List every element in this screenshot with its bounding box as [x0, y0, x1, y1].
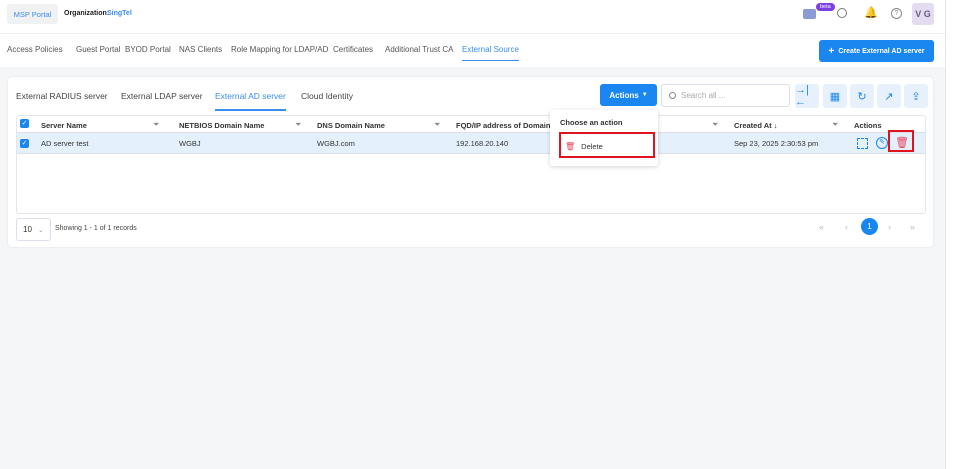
nav-nas-clients[interactable]: NAS Clients: [179, 45, 222, 54]
tab-external-ldap-server[interactable]: External LDAP server: [121, 91, 203, 101]
nav-byod-portal[interactable]: BYOD Portal: [125, 45, 171, 54]
prev-page-icon[interactable]: ‹: [845, 222, 848, 232]
header-server-name[interactable]: Server Name: [41, 121, 87, 130]
organization-value[interactable]: SingTel: [107, 10, 132, 17]
filter-icon[interactable]: ⏷: [295, 120, 301, 130]
header-created-at[interactable]: Created At ↓: [734, 121, 778, 130]
search-input[interactable]: Search all ...: [661, 84, 790, 107]
beta-badge: beta: [816, 3, 835, 11]
create-button-label: Create External AD server: [838, 47, 925, 55]
create-external-ad-server-button[interactable]: + Create External AD server: [819, 40, 934, 62]
cell-server-name: AD server test: [41, 139, 89, 148]
search-icon[interactable]: [837, 8, 847, 18]
filter-icon[interactable]: ⏷: [712, 120, 718, 130]
nav-guest-portal[interactable]: Guest Portal: [76, 45, 120, 54]
tab-external-radius-server[interactable]: External RADIUS server: [16, 91, 108, 101]
tab-external-ad-server[interactable]: External AD server: [215, 91, 286, 111]
highlight-delete-row: [888, 130, 914, 152]
avatar[interactable]: V G: [912, 3, 934, 25]
highlight-delete-menu: [559, 132, 655, 158]
upload-button[interactable]: ⇪: [904, 84, 928, 108]
sort-desc-icon: ↓: [773, 121, 778, 130]
content-card: External RADIUS server External LDAP ser…: [8, 77, 933, 247]
organization-label: Organization:: [64, 10, 110, 17]
msp-portal-button[interactable]: MSP Portal: [7, 4, 58, 24]
page-1-button[interactable]: 1: [861, 218, 878, 235]
nav-external-source[interactable]: External Source: [462, 45, 519, 61]
caret-down-icon: ▼: [641, 92, 648, 98]
actions-dropdown-menu: Choose an action 🗑 Delete: [550, 110, 658, 166]
page-size-value: 10: [23, 225, 32, 234]
table-header: ✓ Server Name ⏷ NETBIOS Domain Name ⏷ DN…: [17, 116, 925, 132]
nav-access-policies[interactable]: Access Policies: [7, 45, 63, 54]
next-page-icon[interactable]: ›: [888, 222, 891, 232]
external-link-icon: ↗: [884, 90, 894, 103]
records-summary: Showing 1 - 1 of 1 records: [55, 225, 137, 232]
header-actions: Actions: [854, 121, 882, 130]
filter-icon[interactable]: ⏷: [153, 120, 159, 130]
nav-additional-trust-ca[interactable]: Additional Trust CA: [385, 45, 453, 54]
page-size-select[interactable]: 10 ⌄: [16, 218, 51, 241]
top-bar: MSP Portal Organization: SingTel beta 🔔 …: [0, 0, 945, 34]
actions-button[interactable]: Actions ▼: [600, 84, 657, 106]
bell-icon[interactable]: 🔔: [864, 6, 878, 19]
cell-dns: WGBJ.com: [317, 139, 355, 148]
cell-netbios: WGBJ: [179, 139, 201, 148]
chevron-down-icon: ⌄: [37, 226, 44, 234]
filter-icon[interactable]: ⏷: [832, 120, 838, 130]
compress-icon: →|←: [795, 84, 809, 108]
upload-icon: ⇪: [911, 90, 921, 103]
header-dns[interactable]: DNS Domain Name: [317, 121, 385, 130]
cell-fqd: 192.168.20.140: [456, 139, 509, 148]
table-columns-icon: ▦: [829, 90, 841, 103]
columns-button[interactable]: ▦: [823, 84, 847, 108]
nav-role-mapping[interactable]: Role Mapping for LDAP/AD: [231, 45, 328, 54]
header-netbios[interactable]: NETBIOS Domain Name: [179, 121, 264, 130]
last-page-icon[interactable]: »: [910, 222, 915, 232]
edit-icon[interactable]: ✎: [876, 137, 888, 149]
header-fqd[interactable]: FQD/IP address of Domain c: [456, 121, 557, 130]
scrollbar[interactable]: [945, 0, 953, 469]
menu-title: Choose an action: [560, 118, 623, 127]
actions-label: Actions: [609, 90, 639, 100]
search-placeholder: Search all ...: [681, 91, 726, 100]
tab-cloud-identity[interactable]: Cloud Identity: [301, 91, 353, 101]
nav-tabs: Access Policies Guest Portal BYOD Portal…: [0, 34, 945, 67]
nav-certificates[interactable]: Certificates: [333, 45, 373, 54]
row-checkbox[interactable]: ✓: [20, 139, 29, 148]
select-all-checkbox[interactable]: ✓: [20, 119, 29, 128]
export-button[interactable]: ↗: [877, 84, 901, 108]
refresh-button[interactable]: ↻: [850, 84, 874, 108]
table-row[interactable]: ✓ AD server test WGBJ WGBJ.com 192.168.2…: [17, 132, 925, 154]
refresh-icon: ↻: [857, 90, 867, 103]
first-page-icon[interactable]: «: [819, 222, 824, 232]
column-resize-button[interactable]: →|←: [795, 84, 819, 108]
search-icon: [669, 92, 676, 99]
chat-icon[interactable]: [803, 9, 816, 19]
plus-icon: +: [828, 45, 835, 57]
filter-icon[interactable]: ⏷: [434, 120, 440, 130]
cell-created-at: Sep 23, 2025 2:30:53 pm: [734, 139, 819, 148]
help-icon[interactable]: ?: [891, 8, 902, 19]
data-table: ✓ Server Name ⏷ NETBIOS Domain Name ⏷ DN…: [16, 115, 926, 214]
expand-icon[interactable]: [857, 138, 868, 149]
